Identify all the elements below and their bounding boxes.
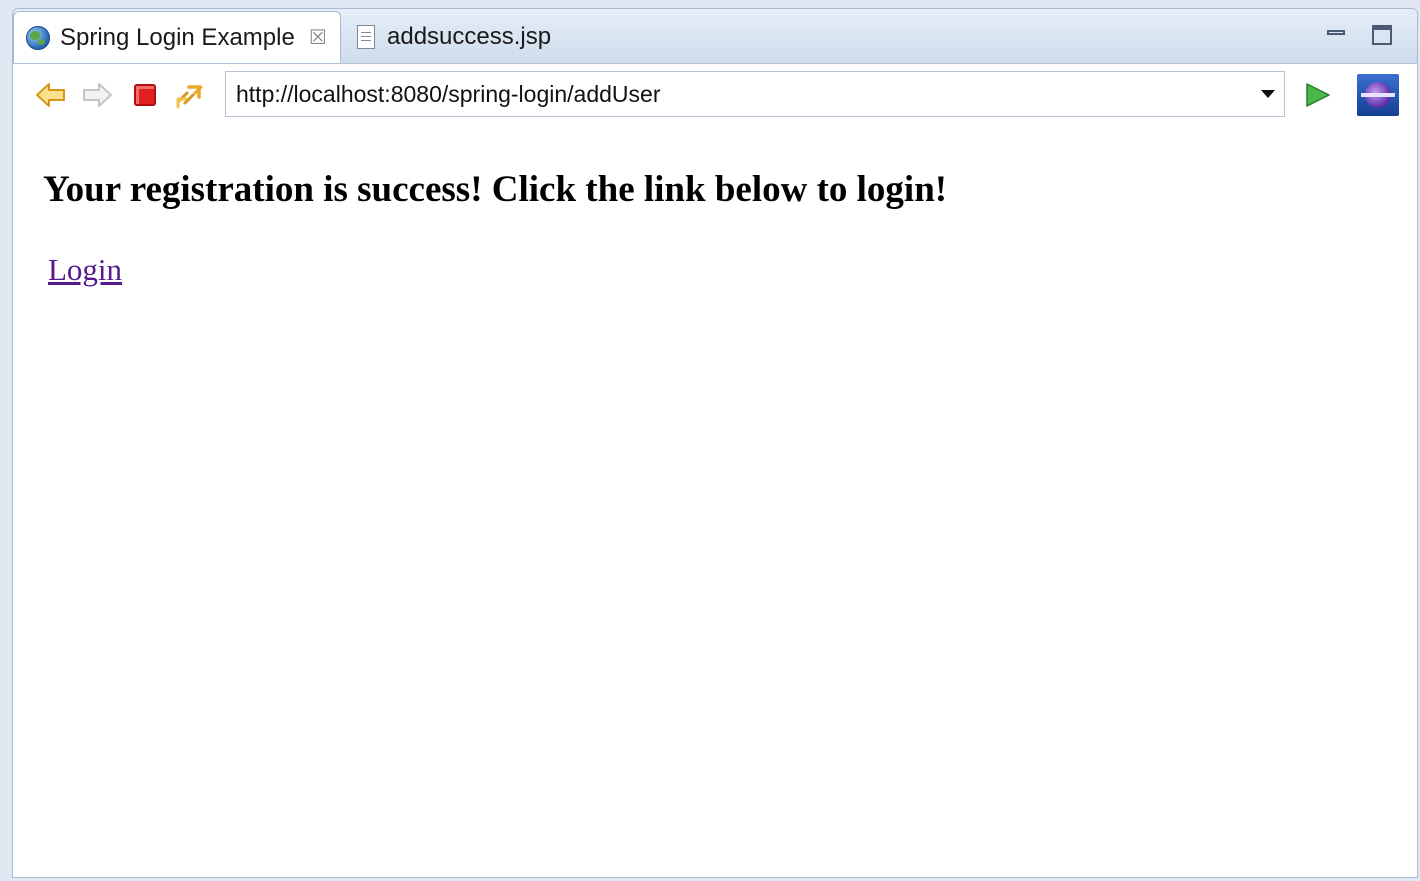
stop-button[interactable] [129, 80, 161, 110]
address-bar[interactable] [225, 71, 1285, 117]
refresh-icon [176, 85, 203, 109]
maximize-button[interactable] [1371, 23, 1393, 45]
eclipse-orb-icon [1361, 82, 1395, 108]
page-content: Your registration is success! Click the … [13, 126, 1417, 877]
close-icon[interactable]: ☒ [309, 28, 327, 48]
tab-bar: Spring Login Example ☒ addsuccess.jsp [13, 9, 1417, 64]
tab-label: Spring Login Example [60, 23, 295, 51]
browser-toolbar [13, 64, 1417, 126]
stop-icon [134, 84, 156, 106]
play-icon [1306, 83, 1330, 107]
back-button[interactable] [35, 80, 67, 110]
go-button[interactable] [1301, 80, 1333, 110]
back-arrow-icon [36, 83, 65, 107]
url-input[interactable] [236, 72, 1244, 116]
forward-arrow-icon [83, 83, 112, 107]
login-link[interactable]: Login [48, 252, 122, 288]
url-history-dropdown[interactable] [1258, 84, 1278, 104]
jsp-file-icon [357, 25, 375, 49]
forward-button[interactable] [81, 80, 113, 110]
tab-addsuccess-jsp[interactable]: addsuccess.jsp [343, 11, 573, 63]
eclipse-browser-icon[interactable] [1357, 74, 1399, 116]
minimize-button[interactable] [1325, 23, 1347, 45]
chevron-down-icon [1261, 90, 1275, 98]
tab-label: addsuccess.jsp [387, 23, 552, 50]
browser-window: Spring Login Example ☒ addsuccess.jsp ht… [12, 8, 1418, 878]
page-title: Your registration is success! Click the … [43, 169, 948, 210]
tab-spring-login-example[interactable]: Spring Login Example ☒ [13, 11, 341, 63]
refresh-button[interactable] [173, 80, 205, 110]
globe-icon [26, 25, 50, 50]
